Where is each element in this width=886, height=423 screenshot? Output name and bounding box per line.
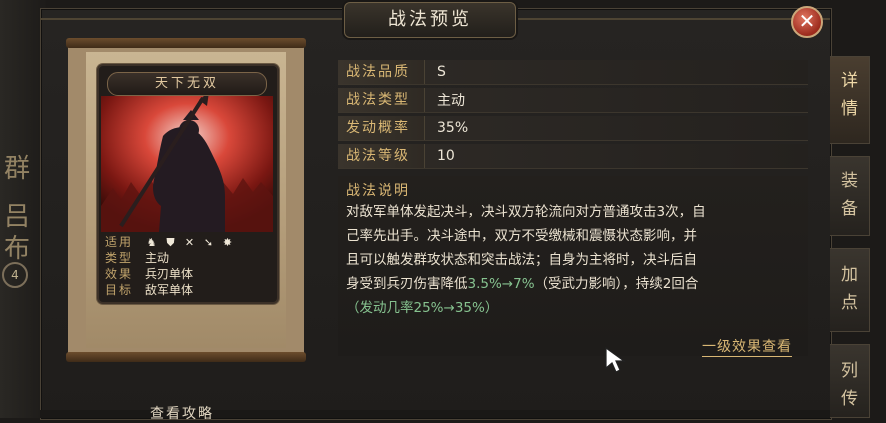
skill-name: 天下无双 <box>107 72 267 96</box>
tab-label: 详情 <box>841 71 858 119</box>
description-line: 己率先出手。决斗途中，双方不受缴械和震慑状态影响，并 <box>346 228 697 244</box>
description-text: 对敌军单体发起决斗，决斗双方轮流向对方普通攻击3次，自 己率先出手。决斗途中，双… <box>346 200 808 320</box>
card-info-row-effect: 效果 兵刃单体 <box>105 266 271 282</box>
troop-icons: ♞ ⛊ ✕ ➘ ✸ <box>145 236 234 249</box>
description-line: 身受到兵刃伤害降低3.5%→7%（受武力影响），持续2回合 <box>346 272 808 296</box>
detail-value: S <box>437 64 446 80</box>
bg-char-1: 群 <box>4 154 31 184</box>
view-guide-button[interactable]: 查看攻略 <box>150 403 214 423</box>
description-line: 对敌军单体发起决斗，决斗双方轮流向对方普通攻击3次，自 <box>346 204 706 220</box>
detail-label: 战法类型 <box>338 88 425 112</box>
detail-label: 战法品质 <box>338 60 425 84</box>
card-info-value: 兵刃单体 <box>145 267 194 281</box>
tab-equipment[interactable]: 装备 <box>830 156 870 236</box>
tab-points[interactable]: 加点 <box>830 248 870 332</box>
tab-biography[interactable]: 列传 <box>830 344 870 418</box>
detail-row-probability: 发动概率 35% <box>338 116 808 141</box>
card-info-value: 主动 <box>145 251 170 265</box>
description-title: 战法说明 <box>346 183 410 199</box>
card-info-row-type: 类型 主动 <box>105 250 271 266</box>
card-info-key: 目标 <box>105 283 134 297</box>
tab-label: 列传 <box>841 361 858 409</box>
damage-reduction-value: 3.5%→7% <box>467 276 535 292</box>
detail-value: 10 <box>437 148 455 164</box>
detail-value: 主动 <box>437 93 465 109</box>
bg-char-3: 布 <box>4 234 31 264</box>
description-box: 战法说明 对敌军单体发起决斗，决斗双方轮流向对方普通攻击3次，自 己率先出手。决… <box>338 176 808 356</box>
shield-icon: ⛊ <box>166 235 175 249</box>
siege-icon: ✸ <box>222 235 233 249</box>
tab-label: 加点 <box>841 265 858 313</box>
dialog-title: 战法预览 <box>344 2 516 38</box>
tab-label: 装备 <box>841 171 858 219</box>
detail-row-level: 战法等级 10 <box>338 144 808 169</box>
tab-details[interactable]: 详情 <box>830 56 870 144</box>
scroll-rod-bottom <box>66 352 306 362</box>
description-segment: （受武力影响），持续2回合 <box>534 276 699 292</box>
close-button[interactable]: ✕ <box>791 6 823 38</box>
card-info-key: 类型 <box>105 251 134 265</box>
skill-card: 天下无双 适用 ♞ ⛊ ✕ ➘ ✸ 类型 主动 效果 兵刃单体 目标 敌军单体 <box>97 64 279 304</box>
mouse-cursor-icon <box>605 346 626 373</box>
scroll-rod-top <box>66 38 306 48</box>
detail-row-quality: 战法品质 S <box>338 60 808 85</box>
card-info-row-troops: 适用 ♞ ⛊ ✕ ➘ ✸ <box>105 234 271 250</box>
detail-value: 35% <box>437 120 469 136</box>
card-info-key: 效果 <box>105 267 134 281</box>
trigger-rate-note: （发动几率25%→35%） <box>346 300 499 316</box>
description-line: 且可以触发群攻状态和突击战法；自身为主将时，决斗后自 <box>346 252 697 268</box>
skill-artwork <box>101 96 273 232</box>
card-info-row-target: 目标 敌军单体 <box>105 282 271 298</box>
crossbow-icon: ✕ <box>184 235 195 249</box>
close-icon: ✕ <box>798 9 816 33</box>
bg-badge: 4 <box>2 262 28 288</box>
card-info-key: 适用 <box>105 235 134 249</box>
card-info-value: 敌军单体 <box>145 283 194 297</box>
detail-row-type: 战法类型 主动 <box>338 88 808 113</box>
description-segment: 身受到兵刃伤害降低 <box>346 276 468 292</box>
detail-label: 战法等级 <box>338 144 425 168</box>
detail-label: 发动概率 <box>338 116 425 140</box>
effect-view-link[interactable]: 一级效果查看 <box>702 338 792 357</box>
spear-icon: ➘ <box>203 235 214 249</box>
skill-card-info: 适用 ♞ ⛊ ✕ ➘ ✸ 类型 主动 效果 兵刃单体 目标 敌军单体 <box>105 234 271 298</box>
cavalry-icon: ♞ <box>146 235 157 249</box>
